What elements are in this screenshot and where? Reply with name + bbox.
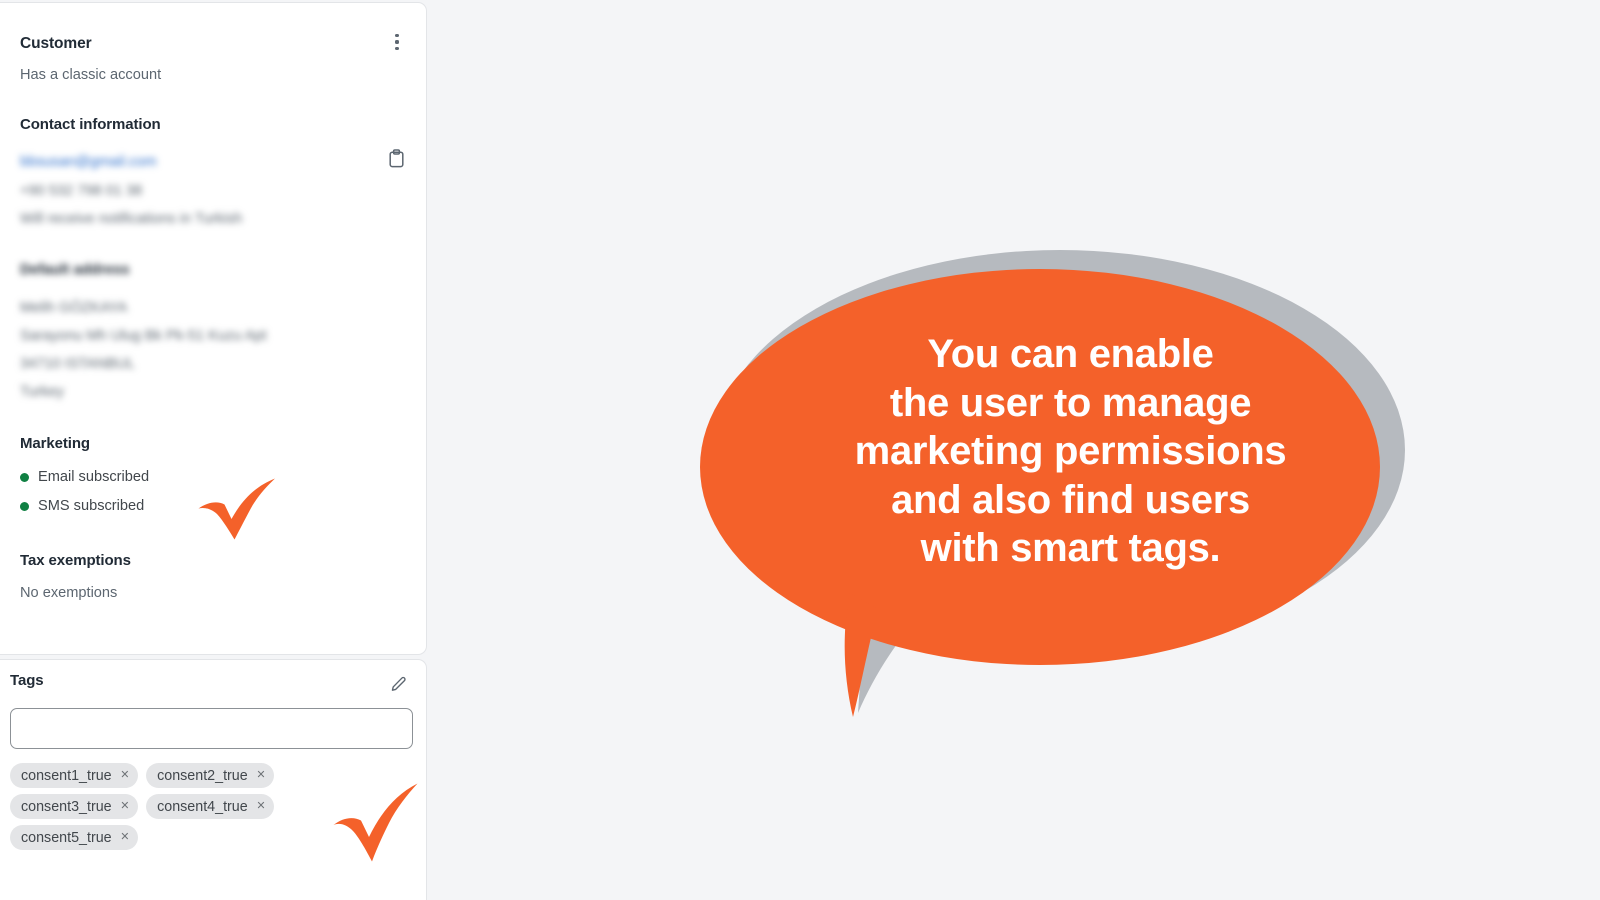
list-item[interactable]: consent4_true × bbox=[146, 794, 275, 819]
customer-phone-redacted: +90 532 798 01 38 bbox=[20, 183, 143, 199]
screen-root: Customer Has a classic account Contact i… bbox=[0, 0, 1600, 900]
kebab-dot bbox=[395, 47, 399, 51]
page-title: Customer bbox=[20, 35, 92, 52]
customer-card: Customer Has a classic account Contact i… bbox=[0, 2, 427, 655]
tag-label: consent2_true bbox=[157, 767, 248, 784]
tag-label: consent1_true bbox=[21, 767, 112, 784]
list-item[interactable]: consent2_true × bbox=[146, 763, 275, 788]
contact-lines: bbsusan@gmail.com +90 532 798 01 38 Will… bbox=[0, 136, 426, 230]
list-item[interactable]: consent5_true × bbox=[10, 825, 139, 850]
tax-exemptions-block: Tax exemptions No exemptions bbox=[0, 518, 426, 604]
pencil-edit-icon[interactable] bbox=[384, 670, 412, 698]
kebab-dot bbox=[395, 40, 399, 44]
clipboard-copy-icon[interactable] bbox=[382, 144, 410, 172]
tags-header-row: Tags bbox=[0, 660, 426, 698]
kebab-menu-icon[interactable] bbox=[382, 27, 412, 57]
tags-input[interactable] bbox=[10, 708, 413, 749]
tax-exemptions-heading: Tax exemptions bbox=[20, 552, 131, 569]
tag-label: consent4_true bbox=[157, 798, 248, 815]
tags-card: Tags consent1_true × consent2_true × con… bbox=[0, 659, 427, 900]
remove-tag-icon[interactable]: × bbox=[121, 830, 129, 845]
customer-details-panel: Customer Has a classic account Contact i… bbox=[0, 0, 427, 900]
list-item[interactable]: consent3_true × bbox=[10, 794, 139, 819]
default-address-block: Default address Melih GÖZKAYA Sarayonu M… bbox=[0, 230, 426, 403]
kebab-dot bbox=[395, 33, 399, 37]
contact-information-header: Contact information bbox=[0, 86, 426, 136]
address-line-2-redacted: Sarayonu Mh Ulug Bk Pk-51 Kuzu Apt bbox=[20, 328, 267, 344]
callout-text: You can enable the user to manage market… bbox=[854, 332, 1287, 570]
address-line-1-redacted: Melih GÖZKAYA bbox=[20, 300, 128, 316]
tags-heading: Tags bbox=[10, 672, 44, 689]
account-status-block: Has a classic account bbox=[0, 57, 426, 86]
marketing-sms-label: SMS subscribed bbox=[38, 498, 145, 514]
contact-information-block: bbsusan@gmail.com +90 532 798 01 38 Will… bbox=[0, 136, 426, 230]
marketing-heading: Marketing bbox=[20, 435, 90, 452]
remove-tag-icon[interactable]: × bbox=[257, 799, 265, 814]
contact-information-heading: Contact information bbox=[20, 116, 161, 133]
tag-label: consent3_true bbox=[21, 798, 112, 815]
tax-exemptions-value: No exemptions bbox=[20, 585, 118, 601]
default-address-heading-redacted: Default address bbox=[20, 262, 130, 278]
account-status-text: Has a classic account bbox=[20, 67, 162, 83]
list-item[interactable]: consent1_true × bbox=[10, 763, 139, 788]
tags-chip-list: consent1_true × consent2_true × consent3… bbox=[0, 749, 382, 850]
tag-label: consent5_true bbox=[21, 829, 112, 846]
marketing-status-email: Email subscribed bbox=[20, 466, 406, 489]
clipboard-copy-glyph bbox=[388, 148, 404, 167]
customer-email-redacted[interactable]: bbsusan@gmail.com bbox=[20, 152, 406, 173]
callout-bubble: You can enable the user to manage market… bbox=[700, 235, 1460, 745]
status-dot-icon bbox=[20, 502, 29, 511]
customer-header-row: Customer bbox=[0, 3, 426, 57]
remove-tag-icon[interactable]: × bbox=[257, 768, 265, 783]
marketing-email-label: Email subscribed bbox=[38, 469, 150, 485]
status-dot-icon bbox=[20, 473, 29, 482]
remove-tag-icon[interactable]: × bbox=[121, 799, 129, 814]
marketing-block: Marketing Email subscribed SMS subscribe… bbox=[0, 403, 426, 518]
notification-language-redacted: Will receive notifications in Turkish bbox=[20, 211, 243, 227]
pencil-edit-glyph bbox=[391, 676, 406, 691]
marketing-status-sms: SMS subscribed bbox=[20, 495, 406, 518]
remove-tag-icon[interactable]: × bbox=[121, 768, 129, 783]
address-line-3-redacted: 34710 ISTANBUL bbox=[20, 356, 135, 372]
address-line-4-redacted: Turkey bbox=[20, 384, 65, 400]
